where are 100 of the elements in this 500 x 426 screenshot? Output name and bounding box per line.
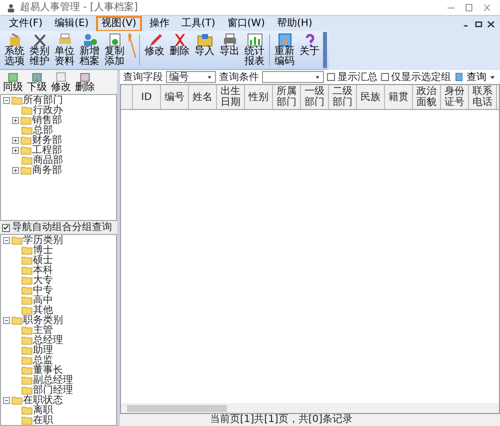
checkbox-label: 仅显示选定组 [391, 72, 451, 82]
tree-item[interactable]: 董事长 [3, 365, 114, 375]
folder-icon [21, 405, 33, 415]
column-header[interactable]: 籍贯 [385, 85, 413, 109]
tree-item[interactable]: 离职 [3, 405, 114, 415]
expand-toggle[interactable] [3, 236, 10, 244]
tree-item[interactable]: 主管 [3, 325, 114, 335]
tree-item[interactable]: 副总经理 [3, 375, 114, 385]
folder-icon [21, 355, 33, 365]
column-header[interactable]: 一级部门 [301, 85, 329, 109]
folder-icon [21, 335, 33, 345]
column-header[interactable]: 政治面貌 [413, 85, 441, 109]
column-header[interactable]: 联系电话 [469, 85, 497, 109]
folder-icon [196, 33, 212, 47]
tree-item[interactable]: 所有部门 [3, 95, 114, 105]
tree-tool-button[interactable]: 同级 [2, 71, 24, 93]
column-header[interactable]: 所属部门 [273, 85, 301, 109]
column-header[interactable]: 身份证号 [441, 85, 469, 109]
toolbar-button[interactable]: 导出 [217, 32, 242, 68]
toolbar-button[interactable]: 重新编码 [272, 32, 297, 68]
tree-item[interactable]: 总经理 [3, 335, 114, 345]
tree-item[interactable]: 助理 [3, 345, 114, 355]
toolbar-button[interactable]: 复制添加 [102, 32, 127, 68]
expand-toggle[interactable] [12, 116, 19, 124]
dropdown-arrow-icon [206, 74, 213, 80]
tree-item[interactable]: 行政办 [3, 105, 114, 115]
node-icon [6, 71, 20, 83]
plus-icon [13, 118, 18, 122]
field-dropdown[interactable]: 编号 [166, 71, 216, 83]
folder-icon [21, 265, 33, 275]
minus-icon [4, 398, 9, 402]
toolbar-button[interactable]: 类别维护 [27, 32, 52, 68]
tree-item[interactable]: 在职 [3, 415, 114, 425]
menu-item[interactable]: 工具(T) [176, 16, 220, 30]
tree-item[interactable]: 博士 [3, 245, 114, 255]
column-header[interactable]: 出生日期 [217, 85, 245, 109]
close-icon[interactable] [486, 18, 496, 28]
menu-item[interactable]: 操作 [144, 16, 174, 30]
column-header[interactable]: 姓名 [189, 85, 217, 109]
menu-item[interactable]: 帮助(H) [272, 16, 318, 30]
tree-item[interactable]: 职务类别 [3, 315, 114, 325]
folder-icon [21, 275, 33, 285]
expand-toggle[interactable] [12, 166, 19, 174]
checkbox[interactable] [2, 224, 10, 232]
scrollbar-thumb[interactable] [127, 404, 227, 412]
tree-item[interactable]: 学历类别 [3, 235, 114, 245]
tree-item[interactable]: 本科 [3, 265, 114, 275]
tree-item[interactable]: 财务部 [3, 135, 114, 145]
tree-tool-button[interactable]: 删除 [74, 71, 96, 93]
toolbar-button[interactable]: 删除 [167, 32, 192, 68]
restore-icon[interactable] [474, 18, 484, 28]
menu-item[interactable]: 编辑(E) [50, 16, 94, 30]
folder-icon [21, 345, 33, 355]
tree-item[interactable]: 硕士 [3, 255, 114, 265]
menu-item[interactable]: 文件(F) [4, 16, 48, 30]
toolbar-button[interactable]: 单位资料 [52, 32, 77, 68]
toolbar-button[interactable]: 修改 [142, 32, 167, 68]
tree-item[interactable]: 商品部 [3, 155, 114, 165]
folder-icon [20, 165, 32, 175]
column-header[interactable]: 性别 [245, 85, 273, 109]
expand-toggle[interactable] [3, 396, 10, 404]
plus-icon [13, 148, 18, 152]
search-button[interactable]: 查询 [454, 72, 496, 82]
tree-item[interactable]: 在职状态 [3, 395, 114, 405]
checkbox[interactable] [380, 73, 388, 81]
toolbar-button[interactable]: 统计报表 [242, 32, 267, 68]
folder-icon [21, 155, 33, 165]
tree-item[interactable]: 总监 [3, 355, 114, 365]
column-header[interactable]: 编号 [161, 85, 189, 109]
tree-tool-button[interactable]: 修改 [50, 71, 72, 93]
checkbox[interactable] [327, 73, 335, 81]
tree-item[interactable]: 大专 [3, 275, 114, 285]
expand-toggle[interactable] [3, 96, 10, 104]
tree-item[interactable]: 商务部 [3, 165, 114, 175]
tree-item[interactable]: 高中 [3, 295, 114, 305]
toolbar-button[interactable]: 导入 [192, 32, 217, 68]
expand-toggle[interactable] [12, 146, 19, 154]
tree-item[interactable]: 销售部 [3, 115, 114, 125]
horizontal-scrollbar[interactable] [121, 403, 499, 413]
node-icon [78, 71, 92, 83]
tree-item[interactable]: 部门经理 [3, 385, 114, 395]
condition-dropdown[interactable] [262, 71, 324, 83]
column-header[interactable]: 二级部门 [329, 85, 357, 109]
folder-icon [21, 125, 33, 135]
column-header[interactable]: ID [133, 85, 161, 109]
expand-toggle[interactable] [12, 136, 19, 144]
tree-item[interactable]: 工程部 [3, 145, 114, 155]
tree-tool-button[interactable]: 下级 [26, 71, 48, 93]
toolbar-button[interactable]: 系统选项 [2, 32, 27, 68]
expand-toggle[interactable] [3, 316, 10, 324]
toolbar-button[interactable]: 关于 [297, 32, 322, 68]
tree-item[interactable]: 中专 [3, 285, 114, 295]
column-header[interactable]: 民族 [357, 85, 385, 109]
toolbar-button[interactable]: 新增档案 [77, 32, 102, 68]
window-title: 超易人事管理 - [人事档案] [20, 2, 138, 13]
chart-icon [246, 33, 262, 47]
minus-icon [4, 98, 9, 102]
tree-item[interactable]: 其他 [3, 305, 114, 315]
menu-item[interactable]: 窗口(W) [222, 16, 270, 30]
tree-item[interactable]: 总部 [3, 125, 114, 135]
